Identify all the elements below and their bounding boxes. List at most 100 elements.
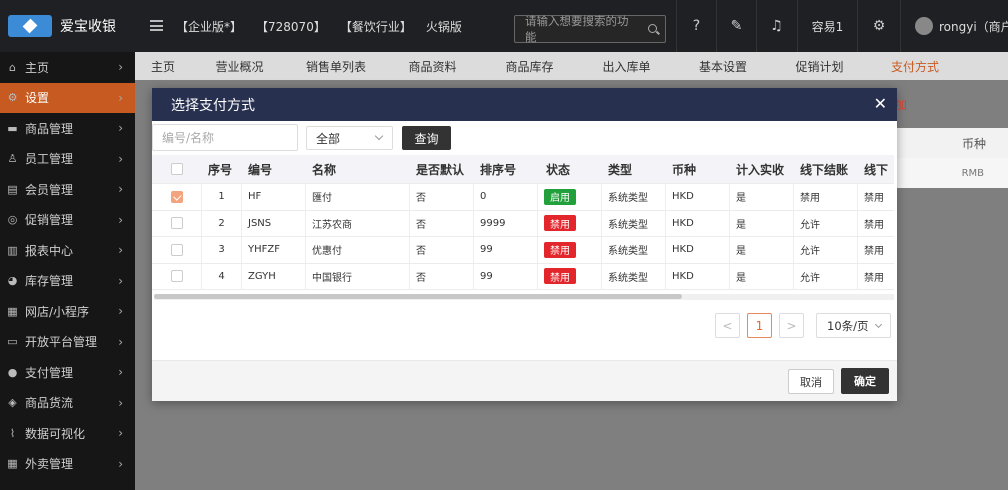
next-page-button[interactable]: > — [779, 313, 804, 338]
settings-button[interactable]: ⚙ — [857, 0, 900, 52]
code-name-search-input[interactable]: 编号/名称 — [152, 124, 298, 151]
sidebar-item-delivery[interactable]: ▦ 外卖管理 › — [0, 449, 135, 480]
table-cell: HF — [242, 184, 306, 210]
tab-basic-settings[interactable]: 基本设置 — [675, 52, 771, 80]
delivery-icon: ▦ — [7, 457, 18, 471]
column-header: 是否默认 — [416, 162, 465, 177]
sidebar-item-inventory[interactable]: ◕ 库存管理 › — [0, 266, 135, 297]
chevron-right-icon: › — [118, 212, 123, 227]
column-header: 名称 — [312, 162, 337, 177]
row-checkbox[interactable] — [171, 190, 183, 203]
sidebar-item-promotions[interactable]: ◎ 促销管理 › — [0, 205, 135, 236]
promo-icon: ◎ — [7, 213, 18, 227]
user-name: rongyi（商户管 — [939, 19, 1008, 34]
table-cell: 禁用 — [858, 184, 894, 210]
tab-stock-orders[interactable]: 出入库单 — [578, 52, 675, 80]
sidebar-item-data-visualization[interactable]: ⌇ 数据可视化 › — [0, 418, 135, 449]
inventory-icon: ◕ — [7, 274, 18, 288]
scrollbar-thumb[interactable] — [154, 294, 682, 299]
table-cell: HKD — [666, 237, 730, 263]
prev-page-button[interactable]: < — [715, 313, 740, 338]
table-row[interactable]: 3 YHFZF 优惠付否 99 禁用 系统类型 HKD 是允许 禁用 — [152, 237, 894, 264]
row-select-cell — [152, 237, 202, 263]
sidebar-item-home[interactable]: ⌂ 主页 › — [0, 52, 135, 83]
select-all-checkbox[interactable] — [171, 163, 183, 175]
table-row[interactable]: 1 HF 匯付否 0 启用 系统类型 HKD 是禁用 禁用 — [152, 184, 894, 211]
help-icon: ? — [692, 18, 701, 34]
row-checkbox[interactable] — [171, 270, 183, 283]
tab-home[interactable]: 主页 — [135, 52, 191, 80]
horizontal-scrollbar[interactable] — [154, 294, 894, 300]
tab-sales-orders[interactable]: 销售单列表 — [288, 52, 384, 80]
table-cell: 中国银行 — [306, 263, 410, 289]
sidebar-item-online-shop[interactable]: ▦ 网店/小程序 › — [0, 296, 135, 327]
top-bar: 爱宝收银 【企业版*】 【728070】 【餐饮行业】 火锅版 请输入想要搜索的… — [0, 0, 1008, 52]
chevron-right-icon: › — [118, 121, 123, 136]
query-button[interactable]: 查询 — [402, 126, 451, 150]
sidebar-item-staff[interactable]: ♙ 员工管理 › — [0, 144, 135, 175]
table-cell: HKD — [666, 263, 730, 289]
confirm-button[interactable]: 确定 — [841, 368, 889, 394]
table-row[interactable]: 4 ZGYH 中国银行否 99 禁用 系统类型 HKD 是允许 禁用 — [152, 263, 894, 290]
background-column-header: 币种 — [895, 128, 1008, 158]
table-cell: JSNS — [242, 210, 306, 236]
chevron-right-icon: › — [118, 60, 123, 75]
close-icon[interactable]: ✕ — [874, 94, 887, 113]
help-button[interactable]: ? — [676, 0, 716, 52]
dialog-footer: 取消 确定 — [152, 360, 897, 401]
tab-product-stock[interactable]: 商品库存 — [481, 52, 578, 80]
chevron-right-icon: › — [118, 273, 123, 288]
user-menu[interactable]: rongyi（商户管 — [900, 0, 1008, 52]
table-cell: 禁用 — [794, 184, 858, 210]
function-search-input[interactable]: 请输入想要搜索的功能 — [514, 14, 666, 44]
sidebar-item-reports[interactable]: ▥ 报表中心 › — [0, 235, 135, 266]
menu-toggle-icon[interactable] — [150, 20, 163, 31]
status-cell: 禁用 — [538, 210, 602, 236]
chevron-right-icon: › — [118, 456, 123, 471]
status-select[interactable]: 全部 — [306, 126, 393, 150]
table-row[interactable]: 2 JSNS 江苏农商否 9999 禁用 系统类型 HKD 是允许 禁用 — [152, 210, 894, 237]
table-cell: 匯付 — [306, 184, 410, 210]
chevron-right-icon: › — [118, 151, 123, 166]
status-badge: 禁用 — [544, 215, 576, 232]
payment-method-table: 序号 编号 名称 是否默认 排序号 状态 类型 币种 计入实收 线下结账 线下 … — [152, 155, 894, 295]
column-header: 排序号 — [480, 162, 517, 177]
sidebar-item-settings[interactable]: ⚙ 设置 › — [0, 82, 135, 113]
search-icon[interactable] — [648, 24, 657, 33]
table-cell: 否 — [410, 237, 474, 263]
sidebar-item-open-platform[interactable]: ▭ 开放平台管理 › — [0, 327, 135, 358]
table-cell: 允许 — [794, 237, 858, 263]
sidebar-item-products[interactable]: ▬ 商品管理 › — [0, 113, 135, 144]
table-cell: HKD — [666, 184, 730, 210]
table-cell: 99 — [474, 237, 538, 263]
sidebar-item-logistics[interactable]: ◈ 商品货流 › — [0, 388, 135, 419]
store-selector[interactable]: 容易1 — [797, 0, 857, 52]
payment-method-dialog: 选择支付方式 ✕ 编号/名称 全部 查询 序号 编号 名称 是否默认 排序号 状… — [152, 88, 897, 401]
chevron-right-icon: › — [118, 395, 123, 410]
sidebar-item-members[interactable]: ▤ 会员管理 › — [0, 174, 135, 205]
tab-promotion-plan[interactable]: 促销计划 — [771, 52, 868, 80]
brand-name: 爱宝收银 — [60, 19, 116, 35]
page-1-button[interactable]: 1 — [747, 313, 772, 338]
sidebar-item-payments[interactable]: ● 支付管理 › — [0, 357, 135, 388]
table-cell: 0 — [474, 184, 538, 210]
table-cell: 禁用 — [858, 264, 894, 290]
row-checkbox[interactable] — [171, 217, 183, 230]
page-size-select[interactable]: 10条/页 — [816, 313, 891, 338]
tab-product-info[interactable]: 商品资料 — [384, 52, 481, 80]
gear-icon: ⚙ — [7, 91, 18, 105]
cancel-button[interactable]: 取消 — [788, 369, 834, 394]
product-icon: ▬ — [7, 121, 18, 135]
edit-button[interactable]: ✎ — [716, 0, 756, 52]
column-header: 币种 — [672, 162, 697, 177]
row-checkbox[interactable] — [171, 243, 183, 256]
tab-payment-methods[interactable]: 支付方式 — [868, 52, 962, 80]
notification-button[interactable]: ♫ — [756, 0, 796, 52]
logo-icon — [8, 15, 52, 37]
tab-business-overview[interactable]: 营业概况 — [191, 52, 288, 80]
version-tag: 火锅版 — [425, 19, 462, 34]
merchant-id-tag: 【728070】 — [256, 19, 326, 34]
brand-logo[interactable]: 爱宝收银 — [0, 0, 135, 52]
column-header: 编号 — [248, 162, 273, 177]
table-cell: 否 — [410, 210, 474, 236]
